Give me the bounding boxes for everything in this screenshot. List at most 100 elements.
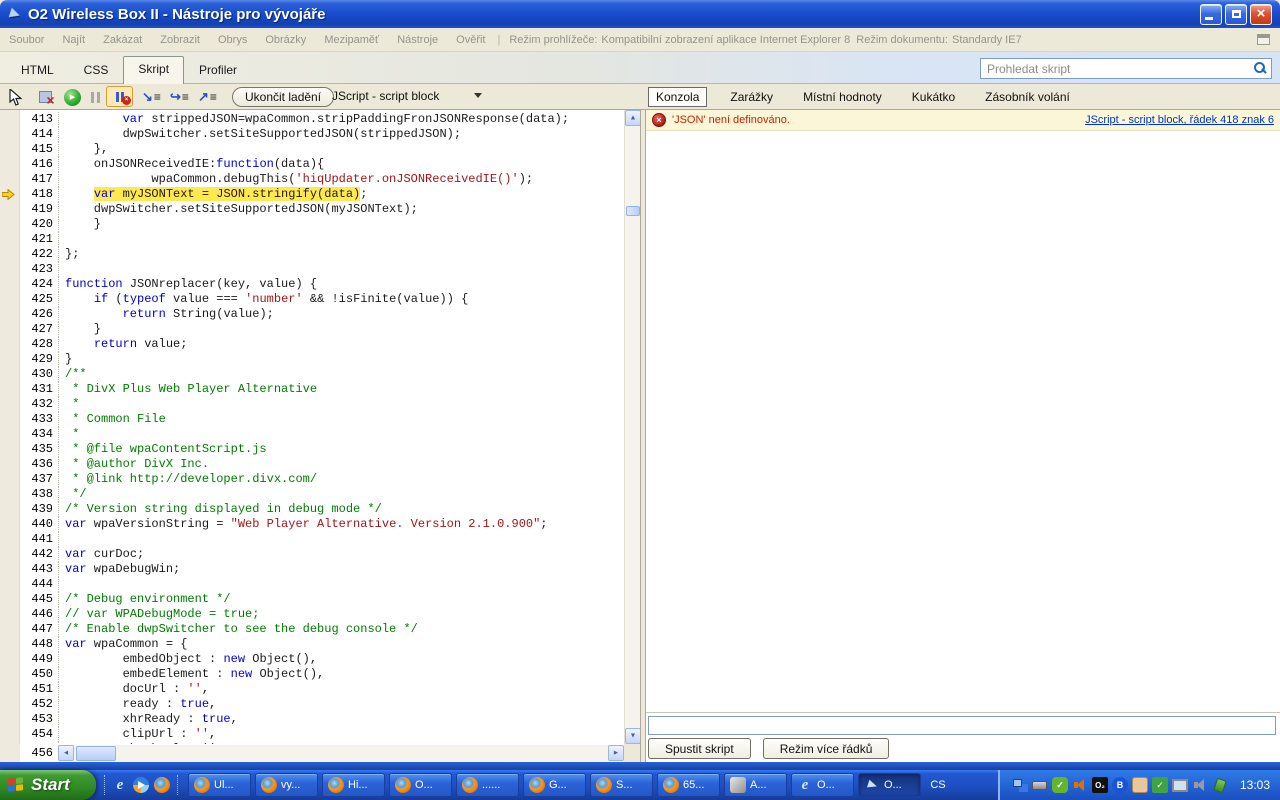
gutter-cell[interactable] — [0, 307, 20, 322]
code-text[interactable]: * @author DivX Inc. — [58, 457, 624, 472]
select-element-icon[interactable] — [6, 87, 24, 107]
scroll-up-button[interactable] — [625, 110, 640, 126]
code-line-436[interactable]: 436 * @author DivX Inc. — [0, 457, 624, 472]
gutter-cell[interactable] — [0, 517, 20, 532]
tab-html[interactable]: HTML — [6, 57, 69, 83]
code-text[interactable]: var wpaVersionString = "Web Player Alter… — [58, 517, 624, 532]
gutter-cell[interactable] — [0, 427, 20, 442]
wmp-icon[interactable] — [133, 777, 149, 793]
gutter-cell[interactable] — [0, 397, 20, 412]
gutter-cell[interactable] — [0, 277, 20, 292]
code-text[interactable]: * @file wpaContentScript.js — [58, 442, 624, 457]
minimize-button[interactable] — [1200, 4, 1222, 25]
code-text[interactable]: /** — [58, 367, 624, 382]
gutter-cell[interactable] — [0, 697, 20, 712]
code-line-424[interactable]: 424function JSONreplacer(key, value) { — [0, 277, 624, 292]
step-over-icon[interactable]: ≡ — [170, 87, 189, 107]
usb-icon[interactable] — [1032, 777, 1048, 793]
task-button-5[interactable]: ...... — [456, 773, 519, 797]
chevron-down-icon[interactable] — [474, 93, 482, 98]
code-line-431[interactable]: 431 * DivX Plus Web Player Alternative — [0, 382, 624, 397]
gutter-cell[interactable] — [0, 562, 20, 577]
code-line-433[interactable]: 433 * Common File — [0, 412, 624, 427]
menu-obr-zky[interactable]: Obrázky — [256, 34, 315, 46]
task-button-10[interactable]: O... — [791, 773, 854, 797]
code-line-445[interactable]: 445/* Debug environment */ — [0, 592, 624, 607]
search-input[interactable] — [985, 60, 1247, 77]
clear-breakpoints-icon[interactable] — [36, 87, 54, 107]
horizontal-scrollbar[interactable] — [58, 745, 624, 762]
scroll-right-button[interactable] — [608, 745, 624, 761]
code-line-451[interactable]: 451 docUrl : '', — [0, 682, 624, 697]
menu-soubor[interactable]: Soubor — [0, 34, 53, 46]
gutter-cell[interactable] — [0, 157, 20, 172]
code-text[interactable]: } — [58, 217, 624, 232]
console-tab-konzola[interactable]: Konzola — [648, 87, 707, 107]
code-line-413[interactable]: 413 var strippedJSON=wpaCommon.stripPadd… — [0, 112, 624, 127]
code-line-448[interactable]: 448var wpaCommon = { — [0, 637, 624, 652]
gutter-cell[interactable] — [0, 487, 20, 502]
code-text[interactable]: } — [58, 322, 624, 337]
code-text[interactable]: * — [58, 427, 624, 442]
gutter-cell[interactable] — [0, 502, 20, 517]
console-input[interactable] — [648, 716, 1276, 735]
code-text[interactable]: * — [58, 397, 624, 412]
menu-zobrazit[interactable]: Zobrazit — [151, 34, 209, 46]
gutter-cell[interactable] — [0, 262, 20, 277]
task-button-4[interactable]: O... — [389, 773, 452, 797]
task-button-2[interactable]: vy... — [255, 773, 318, 797]
code-text[interactable]: onJSONReceivedIE:function(data){ — [58, 157, 624, 172]
code-text[interactable] — [58, 262, 624, 277]
maximize-button[interactable] — [1225, 4, 1247, 25]
code-text[interactable]: } — [58, 352, 624, 367]
code-text[interactable] — [58, 232, 624, 247]
code-text[interactable]: var wpaDebugWin; — [58, 562, 624, 577]
clock[interactable]: 13:03 — [1240, 778, 1270, 792]
task-button-1[interactable]: Ul... — [188, 773, 251, 797]
code-text[interactable]: /* Debug environment */ — [58, 592, 624, 607]
code-text[interactable] — [58, 577, 624, 592]
gutter-cell[interactable] — [0, 172, 20, 187]
menu-n-stroje[interactable]: Nástroje — [388, 34, 447, 46]
search-icon[interactable] — [1253, 62, 1267, 76]
code-text[interactable] — [58, 532, 624, 547]
display-icon[interactable] — [1172, 777, 1188, 793]
code-text[interactable]: * Common File — [58, 412, 624, 427]
console-tab-z-sobn-k-vol-n[interactable]: Zásobník volání — [978, 88, 1077, 106]
code-line-417[interactable]: 417 wpaCommon.debugThis('hiqUpdater.onJS… — [0, 172, 624, 187]
scroll-down-button[interactable] — [625, 728, 640, 744]
update-icon[interactable] — [1152, 777, 1168, 793]
code-text[interactable]: return String(value); — [58, 307, 624, 322]
gutter-cell[interactable] — [0, 547, 20, 562]
code-line-418[interactable]: 418 var myJSONText = JSON.stringify(data… — [0, 187, 624, 202]
pause-icon[interactable] — [88, 87, 102, 107]
menu-obrys[interactable]: Obrys — [209, 34, 256, 46]
gutter-cell[interactable] — [0, 367, 20, 382]
code-line-434[interactable]: 434 * — [0, 427, 624, 442]
volume-icon[interactable] — [1072, 777, 1088, 793]
code-text[interactable]: */ — [58, 487, 624, 502]
code-line-416[interactable]: 416 onJSONReceivedIE:function(data){ — [0, 157, 624, 172]
code-line-449[interactable]: 449 embedObject : new Object(), — [0, 652, 624, 667]
gutter-cell[interactable] — [0, 352, 20, 367]
gutter-cell[interactable] — [0, 142, 20, 157]
tab-skript[interactable]: Skript — [123, 56, 184, 84]
code-line-439[interactable]: 439/* Version string displayed in debug … — [0, 502, 624, 517]
firefox-icon[interactable] — [154, 777, 170, 793]
code-text[interactable]: * @link http://developer.divx.com/ — [58, 472, 624, 487]
security-icon[interactable] — [1052, 777, 1068, 793]
stop-debugging-button[interactable]: Ukončit ladění — [232, 87, 334, 107]
gutter-cell[interactable] — [0, 202, 20, 217]
gutter-cell[interactable] — [0, 607, 20, 622]
code-line-447[interactable]: 447/* Enable dwpSwitcher to see the debu… — [0, 622, 624, 637]
code-line-422[interactable]: 422}; — [0, 247, 624, 262]
code-line-414[interactable]: 414 dwpSwitcher.setSiteSupportedJSON(str… — [0, 127, 624, 142]
code-text[interactable]: var curDoc; — [58, 547, 624, 562]
code-text[interactable]: }; — [58, 247, 624, 262]
code-line-438[interactable]: 438 */ — [0, 487, 624, 502]
code-line-420[interactable]: 420 } — [0, 217, 624, 232]
code-text[interactable]: clipUrl : '', — [58, 727, 624, 742]
gutter-cell[interactable] — [0, 412, 20, 427]
console-tab-zar-ky[interactable]: Zarážky — [723, 88, 780, 106]
tab-css[interactable]: CSS — [69, 57, 124, 83]
